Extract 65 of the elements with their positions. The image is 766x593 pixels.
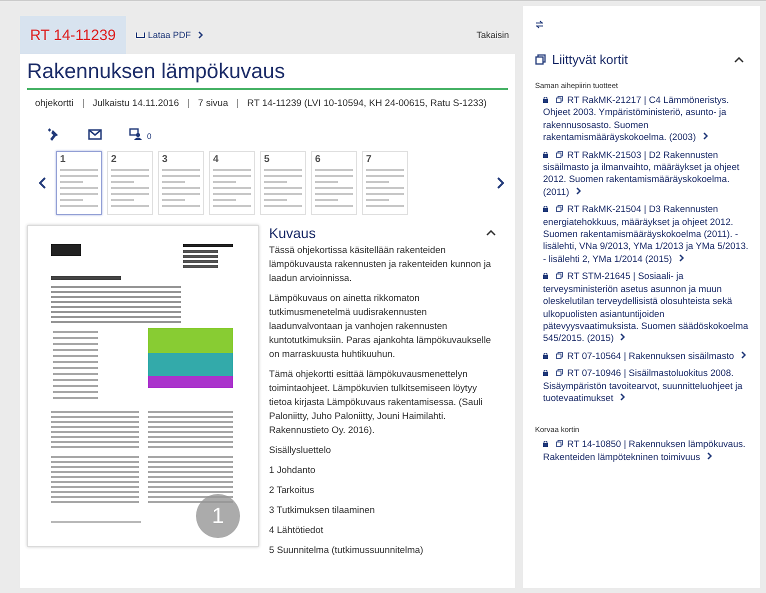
description-paragraph: 3 Tutkimuksen tilaaminen	[269, 503, 376, 517]
collapse-caret-icon[interactable]	[734, 56, 744, 62]
page-thumbnail[interactable]: 5	[260, 151, 306, 215]
page-thumbnail[interactable]: 2	[107, 151, 153, 215]
card-icon	[556, 96, 563, 103]
lock-icon	[543, 352, 548, 359]
section-heading: Kuvaus	[269, 225, 316, 241]
swap-icon[interactable]	[535, 20, 544, 29]
chevron-right-icon	[620, 392, 625, 401]
page-thumbnail[interactable]: 4	[209, 151, 255, 215]
back-link[interactable]: Takaisin	[476, 30, 509, 40]
description-paragraph: 2 Tarkoitus	[269, 483, 316, 497]
related-card-link[interactable]: RT 14-10850 | Rakennuksen lämpökuvaus. Rakenteiden lämpötekninen toimivuus	[535, 438, 750, 464]
cards-icon	[535, 54, 546, 65]
chevron-right-icon	[740, 350, 746, 359]
description-paragraph: 4 Lähtötiedot	[269, 523, 324, 537]
chevron-right-icon	[678, 254, 684, 262]
pin-icon[interactable]	[47, 127, 61, 141]
page-thumbnail[interactable]: 1	[56, 151, 102, 215]
page-thumbnail[interactable]: 6	[311, 151, 357, 215]
related-card-link[interactable]: RT RakMK-21504 | D3 Rakennusten energiatehokkuus, määräykset ja ohjeet 2012. Suomen rakentamismääräyskokoelma (2011). - lisälehti, VNa 9/2013, YMa 1/2013 ja YMa 5/2013. - lisälehti 2, YMa 1/2014 (2015)	[535, 203, 750, 266]
related-card-link[interactable]: RT 07-10946 | Sisäilmastoluokitus 2008. Sisäympäristön tavoitearvot, suunnitteluohjeet ja tuotevaatimukset	[535, 367, 750, 404]
description-paragraph: Lämpökuvaus on ainetta rikkomaton tutkimusmenetelmä uudisrakennusten laadunvalvontaan ja vanhojen rakennusten kuntotutkimuksiin. Paras ajankohta lämpökuvaukselle on marraskuusta huhtikuuhun.	[269, 291, 492, 361]
lock-icon	[543, 273, 548, 280]
lock-icon	[543, 441, 548, 448]
comments-icon[interactable]	[129, 128, 143, 140]
document-tab[interactable]: RT 14-11239	[20, 16, 126, 54]
panel-heading: Liittyvät kortit	[552, 52, 628, 67]
page-thumbnail[interactable]: 7	[362, 151, 408, 215]
description-paragraph: 5 Suunnitelma (tutkimussuunnitelma)	[269, 543, 424, 557]
chevron-right-icon	[702, 132, 708, 140]
meta-text: Julkaistu 14.11.2016	[92, 98, 180, 109]
lock-icon	[543, 370, 548, 376]
mail-icon[interactable]	[88, 128, 102, 140]
chevron-right-icon	[576, 186, 581, 195]
page-thumbnail[interactable]: 3	[158, 151, 204, 215]
related-card-link[interactable]: RT STM-21645 | Sosiaali- ja terveysministeriön asetus asunnon ja muun oleskelutilan terveydellisistä olosuhteista sekä ulkopuolisten asiantuntijoiden pätevyysvaatimuksista. Suomen säädöskokoelma 545/2015. (2015)	[535, 270, 750, 345]
lock-icon	[543, 152, 548, 158]
download-pdf-link[interactable]: Lataa PDF	[136, 30, 203, 40]
card-icon	[556, 440, 563, 448]
chevron-right-icon	[620, 333, 626, 342]
related-card-link[interactable]: RT RakMK-21217 | C4 Lämmöneristys. Ohjeet 2003. Ympäristöministeriö, asunto- ja rakennusosasto. Suomen rakentamismääräyskokoelma. (2003)	[535, 94, 750, 144]
card-icon	[556, 272, 563, 280]
related-card-link[interactable]: RT RakMK-21503 | D2 Rakennusten sisäilmasto ja ilmanvaihto, määräykset ja ohjeet 2012. Suomen rakentamismääräyskokoelma. (2011)	[535, 148, 750, 198]
card-icon	[556, 369, 563, 376]
meta-text: RT 14-11239 (LVI 10-10594, KH 24-00615, Ratu S-1233)	[247, 98, 487, 109]
related-card-link[interactable]: RT 07-10564 | Rakennuksen sisäilmasto	[535, 350, 750, 362]
lock-icon	[543, 97, 548, 103]
meta-text: ohjekortti	[35, 98, 74, 109]
comment-count: 0	[147, 132, 152, 140]
document-icon	[136, 32, 145, 38]
page-number-badge: 1	[196, 494, 240, 538]
lock-icon	[543, 206, 548, 212]
chevron-right-icon	[706, 452, 712, 460]
card-icon	[556, 150, 563, 158]
description-paragraph: Tässä ohjekortissa käsitellään rakenteiden lämpökuvausta rakennusten ja rakenteiden kunnon ja laadun arvioinnissa.	[269, 243, 492, 285]
description-paragraph: Tämä ohjekortti esittää lämpökuvausmenettelyn toimintaohjeet. Lämpökuvien tulkitsemiseen löytyy tietoa kirjasta Lämpökuvaus rakentamisessa. (Sauli Paloniitty, Juho Paloniitty, Jouni Haimilahti. Rakennustieto Oy. 2016).	[269, 367, 484, 437]
card-icon	[556, 352, 563, 359]
chevron-right-icon	[198, 31, 203, 39]
description-paragraph: Sisällysluettelo	[269, 443, 332, 457]
card-icon	[556, 205, 563, 212]
meta-text: 7 sivua	[198, 98, 228, 109]
collapse-caret-icon[interactable]	[486, 230, 496, 236]
description-paragraph: 1 Johdanto	[269, 463, 316, 477]
document-title: Rakennuksen lämpökuvaus	[27, 60, 508, 90]
